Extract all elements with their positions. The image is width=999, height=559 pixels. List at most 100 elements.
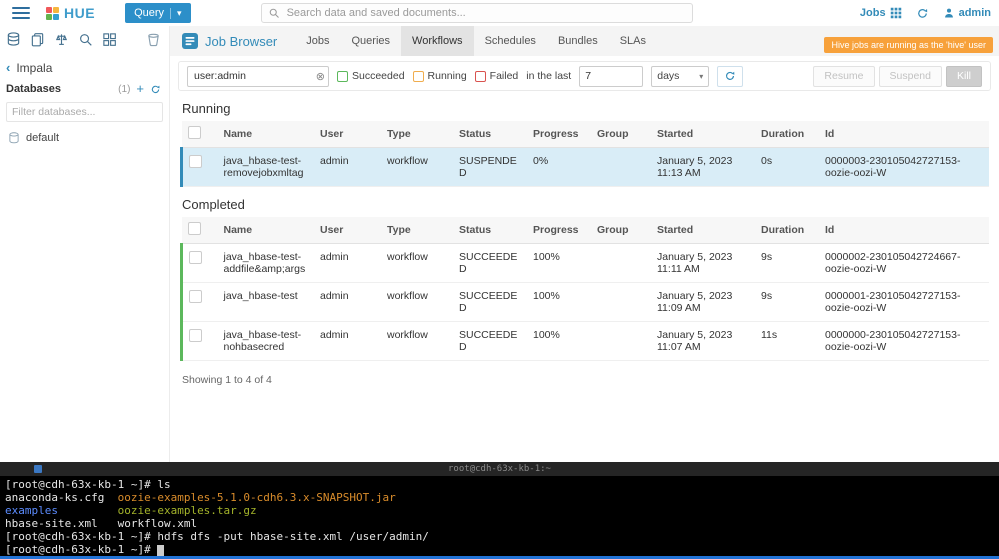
column-progress[interactable]: Progress [527,217,591,244]
databases-header: Databases (1) + [0,78,169,98]
query-button-label: Query [134,7,164,19]
main-content: Job Browser Jobs Queries Workflows Sched… [170,26,999,462]
history-icon[interactable] [916,7,929,20]
user-menu[interactable]: admin [943,7,991,19]
column-user[interactable]: User [314,121,381,148]
in-the-last-label: in the last [526,70,571,82]
documents-icon[interactable] [30,32,45,47]
left-sidebar: ‹ Impala Databases (1) + default [0,26,170,462]
column-group[interactable]: Group [591,121,651,148]
job-filter-input[interactable] [187,66,329,87]
terminal-window[interactable]: root@cdh-63x-kb-1:~ [root@cdh-63x-kb-1 ~… [0,462,999,559]
search-assist-icon[interactable] [78,32,93,47]
row-checkbox[interactable] [189,251,202,264]
chevron-down-icon[interactable]: ▾ [170,8,182,19]
refresh-jobs-button[interactable] [717,66,743,87]
jobs-link[interactable]: Jobs [860,7,902,19]
column-name[interactable]: Name [218,121,315,148]
column-name[interactable]: Name [218,217,315,244]
column-group[interactable]: Group [591,217,651,244]
refresh-databases-icon[interactable] [150,84,161,95]
row-checkbox[interactable] [189,155,202,168]
database-item-label: default [26,132,59,144]
job-started-cell: January 5, 2023 11:09 AM [651,283,755,322]
scales-icon[interactable] [54,32,69,47]
column-id[interactable]: Id [819,217,989,244]
job-status-cell: SUSPENDED [453,148,527,187]
databases-tools: (1) + [118,84,161,95]
column-status[interactable]: Status [453,121,527,148]
suspend-button[interactable]: Suspend [879,66,942,87]
job-name-cell[interactable]: java_hbase-test [218,283,315,322]
days-unit-select[interactable]: days ▾ [651,66,709,87]
job-progress-cell: 100% [527,283,591,322]
databases-count: (1) [118,84,130,95]
back-chevron-icon[interactable]: ‹ [6,60,10,75]
job-type-cell: workflow [381,148,453,187]
filter-succeeded[interactable]: Succeeded [337,70,405,82]
tab-workflows[interactable]: Workflows [401,26,474,56]
bucket-icon[interactable] [146,32,161,47]
tab-slas[interactable]: SLAs [609,26,657,56]
assist-source-label[interactable]: Impala [16,61,52,75]
job-name-cell[interactable]: java_hbase-test-nohbasecred [218,322,315,361]
filter-running[interactable]: Running [413,70,467,82]
running-checkbox[interactable] [413,71,424,82]
terminal-line: [root@cdh-63x-kb-1 ~]# ls [5,478,994,491]
hue-logo-text: HUE [64,5,95,21]
database-item-default[interactable]: default [0,126,169,150]
job-started-cell: January 5, 2023 11:13 AM [651,148,755,187]
job-browser-tabs: Jobs Queries Workflows Schedules Bundles… [295,26,657,56]
days-count-input[interactable] [579,66,643,87]
query-button[interactable]: Query ▾ [125,3,191,23]
running-section-title: Running [182,101,987,116]
column-status[interactable]: Status [453,217,527,244]
job-name-cell[interactable]: java_hbase-test-removejobxmltag [218,148,315,187]
column-duration[interactable]: Duration [755,217,819,244]
row-checkbox[interactable] [189,290,202,303]
column-type[interactable]: Type [381,121,453,148]
search-input[interactable] [285,6,686,20]
tables-icon[interactable] [6,32,21,47]
failed-checkbox[interactable] [475,71,486,82]
terminal-line: hbase-site.xml workflow.xml [5,517,994,530]
column-started[interactable]: Started [651,217,755,244]
terminal-icon [34,465,42,473]
column-duration[interactable]: Duration [755,121,819,148]
tab-queries[interactable]: Queries [341,26,402,56]
terminal-titlebar[interactable]: root@cdh-63x-kb-1:~ [0,462,999,476]
tab-bundles[interactable]: Bundles [547,26,609,56]
column-started[interactable]: Started [651,121,755,148]
row-checkbox[interactable] [189,329,202,342]
resume-button[interactable]: Resume [813,66,874,87]
filter-databases-input[interactable] [6,102,163,122]
column-progress[interactable]: Progress [527,121,591,148]
job-user-cell: admin [314,148,381,187]
menu-icon[interactable] [12,7,30,19]
tab-schedules[interactable]: Schedules [474,26,547,56]
table-row[interactable]: java_hbase-test-addfile&amp;args admin w… [182,244,990,283]
column-user[interactable]: User [314,217,381,244]
hue-logo[interactable]: HUE [46,5,95,21]
add-database-icon[interactable]: + [136,84,144,94]
column-id[interactable]: Id [819,121,989,148]
tab-jobs[interactable]: Jobs [295,26,340,56]
jobs-label: Jobs [860,7,886,19]
select-all-checkbox[interactable] [188,126,201,139]
table-row[interactable]: java_hbase-test-nohbasecred admin workfl… [182,322,990,361]
job-user-cell: admin [314,244,381,283]
kill-button[interactable]: Kill [946,66,982,87]
apps-grid-icon[interactable] [102,32,117,47]
completed-jobs-table: Name User Type Status Progress Group Sta… [180,217,989,361]
clear-filter-icon[interactable]: ⊗ [316,70,325,83]
column-type[interactable]: Type [381,217,453,244]
filter-failed[interactable]: Failed [475,70,519,82]
search-bar[interactable] [261,3,693,23]
terminal-output[interactable]: [root@cdh-63x-kb-1 ~]# lsanaconda-ks.cfg… [0,476,999,558]
succeeded-checkbox[interactable] [337,71,348,82]
table-row[interactable]: java_hbase-test-removejobxmltag admin wo… [182,148,990,187]
job-name-cell[interactable]: java_hbase-test-addfile&amp;args [218,244,315,283]
select-all-checkbox[interactable] [188,222,201,235]
job-duration-cell: 9s [755,244,819,283]
table-row[interactable]: java_hbase-test admin workflow SUCCEEDED… [182,283,990,322]
